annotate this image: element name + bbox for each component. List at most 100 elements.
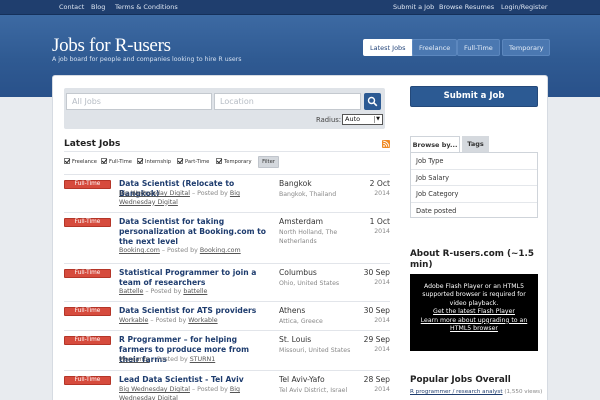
search-button[interactable] (364, 93, 381, 110)
browse-item-job-type[interactable]: Job Type (411, 153, 537, 170)
poster-link[interactable]: STURN1 (190, 356, 216, 363)
search-form: All Jobs Location Radius: Auto ▼ (64, 88, 385, 129)
filter-full-time[interactable]: Full-Time (101, 158, 132, 165)
job-type-badge: Full-Time (64, 269, 111, 278)
checkbox-checked-icon[interactable] (137, 158, 143, 164)
filter-part-time[interactable]: Part-Time (177, 158, 209, 165)
tab-tags[interactable]: Tags (462, 136, 489, 153)
radius-label: Radius: (316, 116, 342, 124)
job-row[interactable]: Full-Time Statistical Programmer to join… (64, 263, 390, 301)
job-title-link[interactable]: Data Scientist for taking personalizatio… (119, 217, 269, 247)
search-icon (367, 96, 378, 107)
job-city: St. Louis (279, 335, 312, 344)
video-player[interactable]: Adobe Flash Player or an HTML5 supported… (410, 274, 538, 351)
job-meta: Big Wednesday Digital – Posted by Big We… (119, 386, 240, 400)
job-title-link[interactable]: Lead Data Scientist - Tel Aviv (119, 375, 269, 385)
popular-job-views: (1,550 views) (504, 389, 543, 395)
job-city: Bangkok (279, 179, 312, 188)
tab-latest-jobs[interactable]: Latest Jobs (363, 39, 413, 56)
poster-link[interactable]: battelle (183, 288, 207, 295)
site-title[interactable]: Jobs for R-users (52, 35, 171, 57)
popular-job-link[interactable]: R programmer / research analyst (410, 389, 503, 395)
company-link[interactable]: Big Wednesday Digital (119, 386, 190, 393)
job-row[interactable]: Full-Time Data Scientist for taking pers… (64, 212, 390, 263)
latest-jobs-heading: Latest Jobs (64, 139, 121, 149)
job-region: Bangkok, Thailand (279, 191, 337, 198)
job-region: Ohio, United States (279, 280, 340, 287)
rss-icon[interactable] (382, 140, 390, 148)
job-row[interactable]: Full-Time Data Scientist for ATS provide… (64, 301, 390, 330)
nav-link-browse-resumes[interactable]: Browse Resumes (439, 3, 494, 11)
browse-item-job-salary[interactable]: Job Salary (411, 170, 537, 186)
filter-internship[interactable]: Internship (137, 158, 171, 165)
nav-link-submit-job[interactable]: Submit a Job (393, 3, 434, 11)
tab-browse-by[interactable]: Browse by... (410, 136, 460, 153)
top-nav-bar: Contact Blog Terms & Conditions Submit a… (0, 0, 600, 15)
checkbox-checked-icon[interactable] (101, 158, 107, 164)
poster-link[interactable]: Booking.com (200, 247, 241, 254)
filter-temporary[interactable]: Temporary (216, 158, 252, 165)
job-meta: Workable – Posted by Workable (119, 317, 218, 324)
job-date: 1 Oct (369, 217, 390, 226)
job-title-link[interactable]: Statistical Programmer to join a team of… (119, 268, 269, 288)
main-panel: All Jobs Location Radius: Auto ▼ Latest … (52, 75, 548, 400)
job-type-badge: Full-Time (64, 376, 111, 385)
job-date: 28 Sep (363, 375, 390, 384)
company-link[interactable]: Workable (119, 317, 148, 324)
job-city: Tel Aviv-Yafo (279, 375, 325, 384)
job-region: Tel Aviv District, Israel (279, 387, 348, 394)
checkbox-checked-icon[interactable] (216, 158, 222, 164)
company-link[interactable]: Monsanto (119, 356, 150, 363)
poster-link[interactable]: Workable (188, 317, 217, 324)
nav-link-terms[interactable]: Terms & Conditions (115, 3, 178, 11)
tab-freelance[interactable]: Freelance (412, 39, 458, 56)
browse-tabs: Browse by... Tags (410, 136, 538, 153)
job-meta: Battelle – Posted by battelle (119, 288, 208, 295)
browse-item-job-category[interactable]: Job Category (411, 186, 537, 203)
job-type-badge: Full-Time (64, 180, 111, 189)
job-type-badge: Full-Time (64, 336, 111, 345)
job-meta: Monsanto – Posted by STURN1 (119, 356, 216, 363)
radius-select[interactable]: Auto ▼ (342, 114, 383, 125)
tab-full-time[interactable]: Full-Time (457, 39, 500, 56)
job-date: 30 Sep (363, 268, 390, 277)
nav-link-contact[interactable]: Contact (59, 3, 84, 11)
radius-value: Auto (345, 115, 361, 123)
job-type-badge: Full-Time (64, 307, 111, 316)
company-link[interactable]: Booking.com (119, 247, 160, 254)
browse-item-date-posted[interactable]: Date posted (411, 203, 537, 220)
job-year: 2014 (374, 279, 390, 286)
keywords-input[interactable]: All Jobs (66, 93, 212, 110)
html5-browser-link[interactable]: Learn more about upgrading to an HTML5 b… (414, 317, 534, 334)
job-meta: Big Wednesday Digital – Posted by Big We… (119, 190, 240, 206)
nav-link-login-register[interactable]: Login/Register (501, 3, 548, 11)
tab-temporary[interactable]: Temporary (502, 39, 551, 56)
submit-job-button[interactable]: Submit a Job (410, 86, 538, 107)
flash-player-link[interactable]: Get the latest Flash Player (414, 308, 534, 316)
job-title-link[interactable]: Data Scientist for ATS providers (119, 306, 269, 316)
job-date: 2 Oct (369, 179, 390, 188)
job-region: North Holland, The Netherlands (279, 229, 338, 245)
filter-button[interactable]: Filter (258, 156, 279, 168)
checkbox-checked-icon[interactable] (64, 158, 70, 164)
site-tagline: A job board for people and companies loo… (52, 56, 242, 63)
job-row[interactable]: Full-Time Data Scientist (Relocate to Ba… (64, 174, 390, 212)
job-year: 2014 (374, 228, 390, 235)
chevron-down-icon: ▼ (374, 116, 381, 123)
job-meta: Booking.com – Posted by Booking.com (119, 247, 241, 254)
checkbox-checked-icon[interactable] (177, 158, 183, 164)
job-row[interactable]: Full-Time Lead Data Scientist - Tel Aviv… (64, 370, 390, 400)
location-input[interactable]: Location (214, 93, 361, 110)
company-link[interactable]: Big Wednesday Digital (119, 190, 190, 197)
video-message: Adobe Flash Player or an HTML5 supported… (422, 283, 526, 307)
job-year: 2014 (374, 190, 390, 197)
company-link[interactable]: Battelle (119, 288, 143, 295)
job-row[interactable]: Full-Time R Programmer – for helping far… (64, 330, 390, 370)
job-date: 30 Sep (363, 306, 390, 315)
nav-link-blog[interactable]: Blog (91, 3, 105, 11)
section-divider (64, 151, 390, 152)
filter-freelance[interactable]: Freelance (64, 158, 97, 165)
job-year: 2014 (374, 386, 390, 393)
job-date: 29 Sep (363, 335, 390, 344)
job-city: Columbus (279, 268, 317, 277)
